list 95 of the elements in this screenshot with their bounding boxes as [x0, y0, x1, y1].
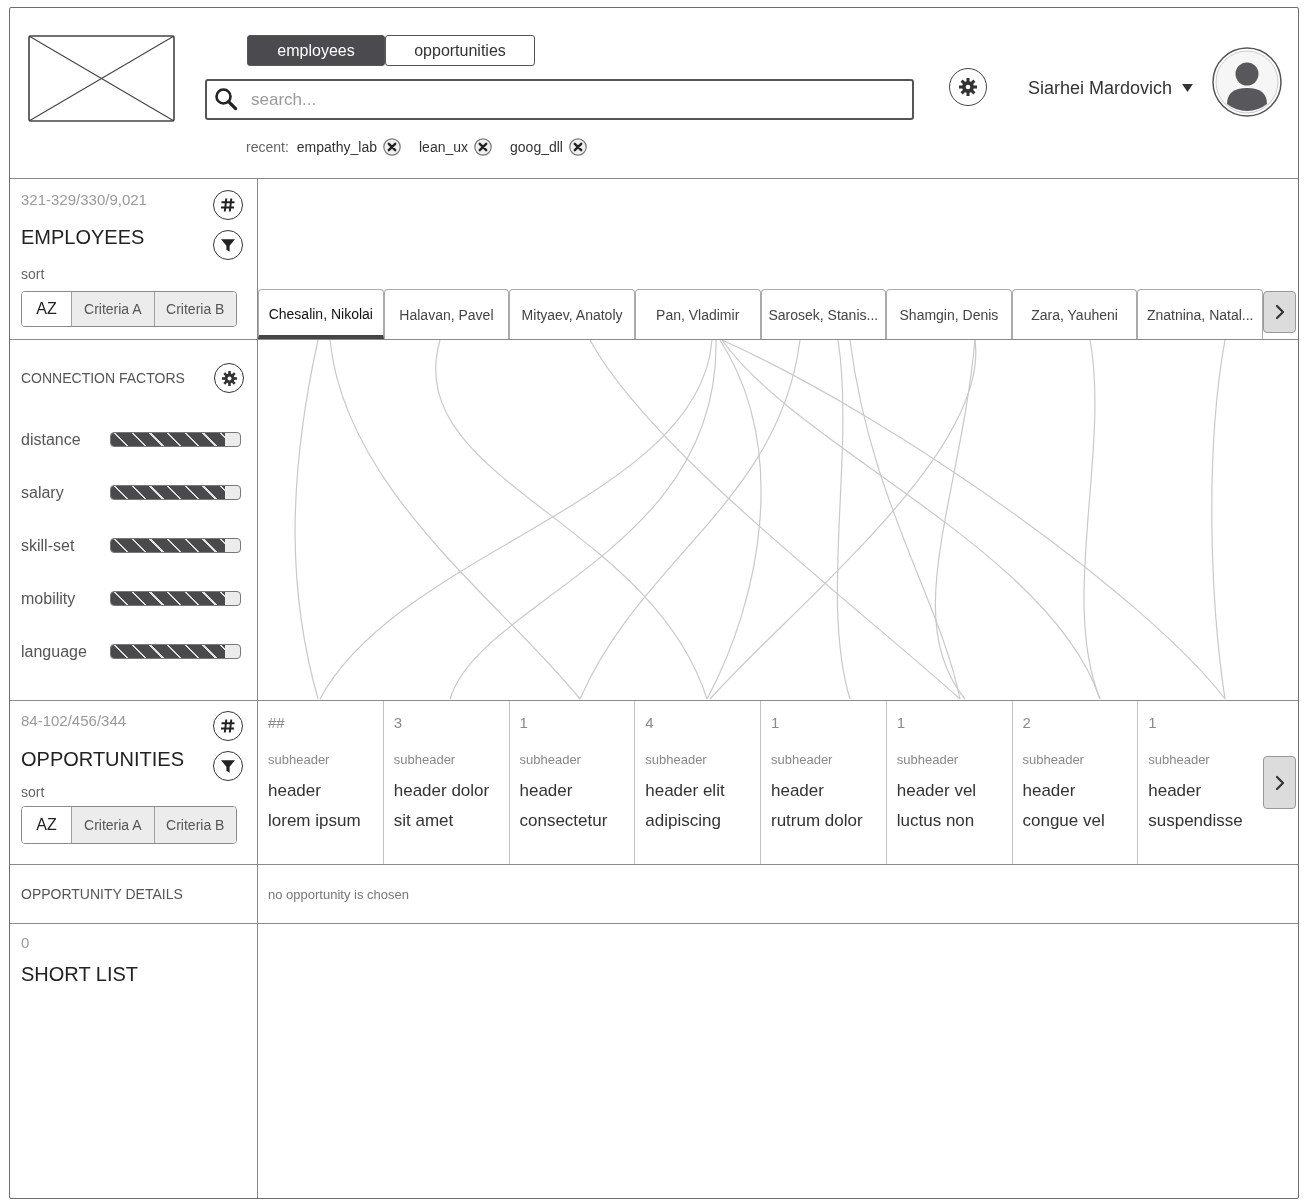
number-button[interactable] [213, 190, 243, 220]
recent-label: recent: [246, 139, 289, 155]
caret-icon [1182, 84, 1194, 92]
match-count: 1 [896, 714, 907, 732]
result-count: 0 [21, 934, 31, 952]
mode-tab[interactable]: opportunities [385, 35, 535, 66]
subheader-text: subheader [393, 752, 457, 768]
match-count: ## [268, 714, 286, 732]
opportunity-description: lorem ipsum [268, 810, 362, 832]
match-count: 1 [771, 714, 781, 732]
section-title: OPPORTUNITY DETAILS [21, 886, 183, 902]
opportunity-description: consectetur [519, 810, 609, 832]
factor-label: language [21, 642, 88, 661]
factor-label: distance [21, 430, 82, 449]
employee-tab[interactable]: Halavan, Pavel [383, 289, 510, 339]
filter-icon [221, 239, 235, 252]
employee-tab[interactable]: Znatnina, Natal... [1137, 289, 1263, 339]
opportunity-description: luctus non [896, 810, 976, 832]
chevron-right-icon [1274, 304, 1285, 320]
next-button[interactable] [1263, 756, 1296, 809]
filter-icon [221, 760, 235, 773]
result-count: 321-329/330/9,021 [21, 191, 147, 209]
employee-tab[interactable]: Shamgin, Denis [886, 289, 1012, 339]
settings-button[interactable] [949, 68, 987, 106]
opportunity-header: header [1022, 780, 1077, 802]
match-count: 1 [519, 714, 529, 732]
subheader-text: subheader [1148, 752, 1211, 768]
slider-track[interactable] [110, 432, 241, 447]
opportunity-description: congue vel [1022, 810, 1106, 832]
sort-label: sort [21, 265, 46, 283]
employee-tab[interactable]: Sarosek, Stanis... [760, 289, 887, 339]
section-title: OPPORTUNITIES [21, 747, 184, 772]
factor-label: salary [21, 483, 65, 502]
section-title: SHORT LIST [21, 962, 140, 987]
opportunity-description: rutrum dolor [771, 810, 864, 832]
hash-icon [221, 719, 235, 733]
empty-state-text: no opportunity is chosen [268, 886, 409, 902]
result-count: 84-102/456/344 [21, 712, 128, 730]
section-title: EMPLOYEES [21, 225, 146, 250]
opportunity-header: header [268, 780, 322, 802]
search-field[interactable]: search... [205, 79, 914, 120]
factor-label: mobility [21, 589, 77, 608]
opportunity-header: header [771, 780, 825, 802]
opportunity-header: header [519, 780, 574, 802]
settings-icon [221, 370, 237, 386]
mode-tab[interactable]: employees [247, 35, 385, 66]
opportunity-description: adipiscing [645, 810, 722, 832]
opportunity-header: header vel [896, 780, 978, 802]
recent-search-link[interactable]: lean_ux [419, 139, 469, 155]
sort-option[interactable]: Criteria B [153, 292, 236, 326]
search-icon [215, 88, 238, 111]
subheader-text: subheader [519, 752, 582, 768]
factor-label: skill-set [21, 536, 76, 555]
subheader-text: subheader [1022, 752, 1085, 768]
close-icon[interactable] [474, 138, 493, 156]
opportunity-header: header [1148, 780, 1203, 802]
subheader-text: subheader [645, 752, 708, 768]
number-button[interactable] [213, 711, 243, 741]
subheader-text: subheader [771, 752, 834, 768]
filter-button[interactable] [213, 751, 243, 781]
slider-track[interactable] [110, 591, 241, 606]
match-count: 4 [645, 714, 655, 732]
close-icon[interactable] [383, 138, 401, 156]
recent-search-link[interactable]: goog_dll [510, 139, 563, 155]
section-title: CONNECTION FACTORS [21, 370, 185, 386]
recent-search-link[interactable]: empathy_lab [296, 139, 377, 155]
chevron-right-icon [1274, 774, 1285, 791]
match-count: 2 [1022, 714, 1032, 732]
match-count: 1 [1148, 714, 1158, 732]
next-button[interactable] [1263, 291, 1296, 333]
match-count: 3 [393, 714, 404, 732]
subheader-text: subheader [896, 752, 960, 768]
employee-tab[interactable]: Pan, Vladimir [634, 289, 761, 339]
opportunity-header: header dolor [393, 780, 491, 802]
close-icon[interactable] [568, 138, 587, 156]
sort-label: sort [21, 783, 46, 801]
settings-icon [959, 78, 977, 96]
sort-option[interactable]: Criteria A [71, 292, 154, 326]
settings-button[interactable] [214, 363, 244, 393]
avatar-icon[interactable] [1212, 47, 1282, 117]
slider-track[interactable] [110, 485, 241, 500]
hash-icon [221, 198, 235, 212]
filter-button[interactable] [213, 230, 243, 260]
sort-option[interactable]: Criteria A [71, 807, 154, 843]
employee-tab[interactable]: Zara, Yauheni [1011, 289, 1138, 339]
slider-track[interactable] [110, 538, 241, 553]
slider-track[interactable] [110, 644, 241, 659]
opportunity-description: sit amet [393, 810, 455, 832]
subheader-text: subheader [268, 752, 331, 768]
user-menu-button[interactable]: Siarhei Mardovich [1028, 75, 1194, 101]
opportunity-description: suspendisse [1148, 810, 1244, 832]
sort-option[interactable]: Criteria B [153, 807, 236, 843]
opportunity-header: header elit [645, 780, 726, 802]
employee-tab[interactable]: Chesalin, Nikolai [258, 289, 384, 339]
employee-tab[interactable]: Mityaev, Anatoly [509, 289, 635, 339]
